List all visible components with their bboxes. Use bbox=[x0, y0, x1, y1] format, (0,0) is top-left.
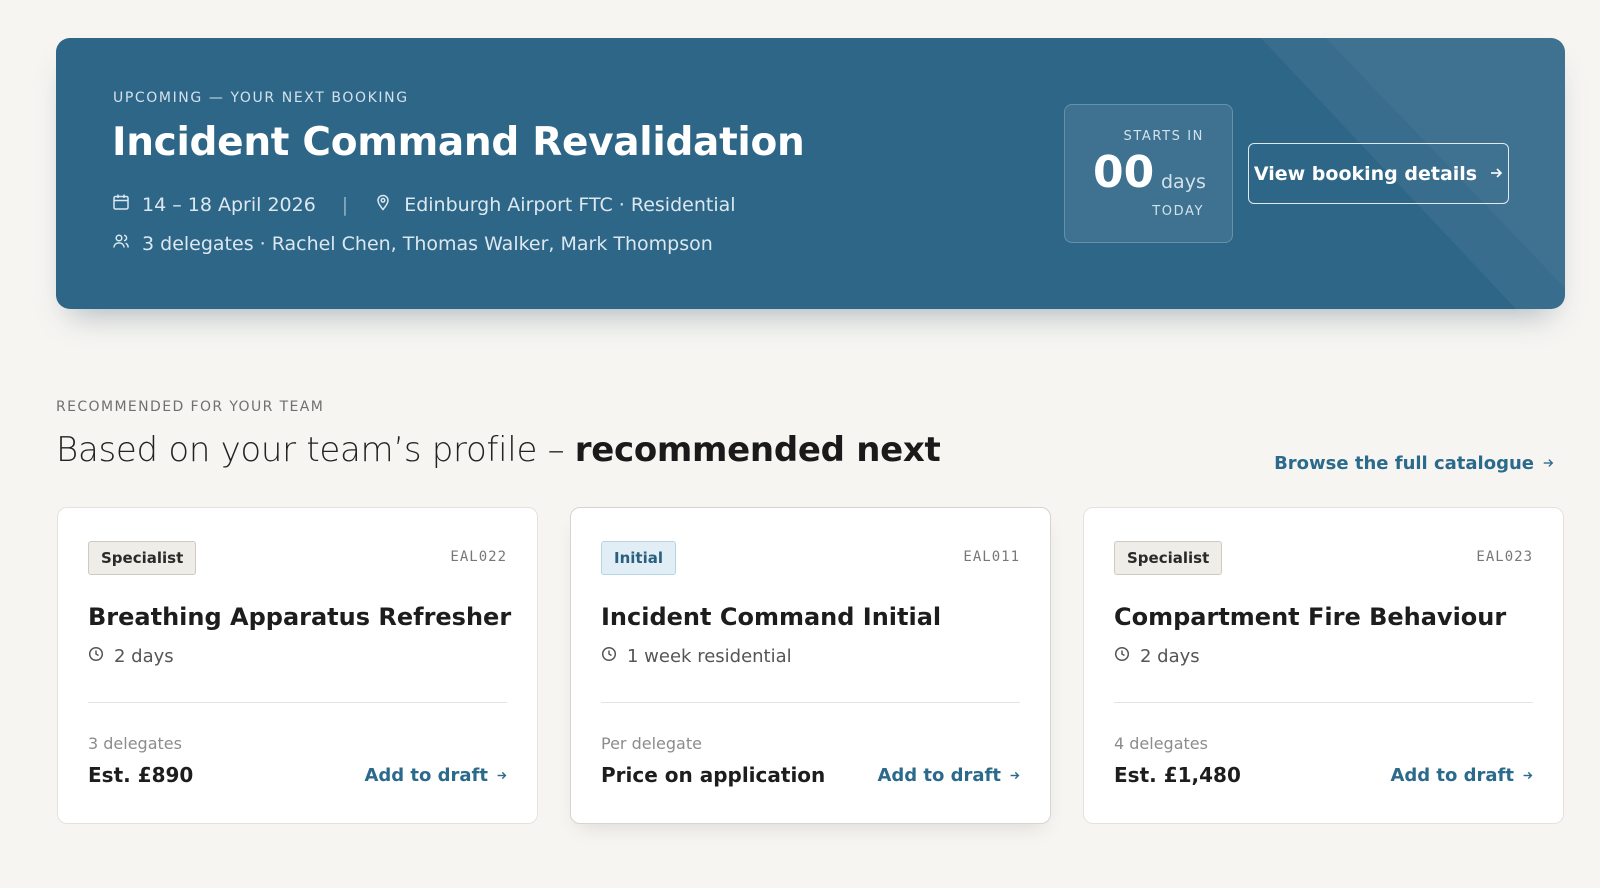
banner-eyebrow: UPCOMING — YOUR NEXT BOOKING bbox=[113, 90, 409, 106]
location-pin-icon bbox=[374, 193, 392, 216]
countdown-unit: days bbox=[1161, 171, 1206, 193]
course-level-badge: Specialist bbox=[88, 541, 197, 575]
arrow-right-icon bbox=[1522, 765, 1533, 786]
add-to-draft-label: Add to draft bbox=[364, 765, 488, 786]
course-duration-text: 1 week residential bbox=[627, 646, 792, 667]
clock-icon bbox=[1114, 646, 1130, 667]
countdown-box: STARTS IN 00 days TODAY bbox=[1064, 104, 1233, 243]
course-title: Breathing Apparatus Refresher bbox=[88, 603, 512, 631]
course-duration-text: 2 days bbox=[1140, 646, 1200, 667]
clock-icon bbox=[88, 646, 104, 667]
course-duration: 1 week residential bbox=[601, 646, 792, 667]
clock-icon bbox=[601, 646, 617, 667]
course-duration: 2 days bbox=[88, 646, 174, 667]
recommended-title: Based on your team’s profile – recommend… bbox=[56, 430, 941, 470]
course-title: Compartment Fire Behaviour bbox=[1114, 603, 1507, 631]
countdown-label: STARTS IN bbox=[1123, 129, 1204, 144]
add-to-draft-label: Add to draft bbox=[877, 765, 1001, 786]
course-price: Est. £1,480 bbox=[1114, 763, 1241, 787]
view-booking-details-label: View booking details bbox=[1253, 162, 1478, 185]
course-level-badge: Initial bbox=[601, 541, 676, 575]
add-to-draft-button[interactable]: Add to draft bbox=[1390, 765, 1533, 786]
course-card[interactable]: Specialist EAL022 Breathing Apparatus Re… bbox=[57, 507, 538, 824]
course-code: EAL023 bbox=[1476, 549, 1533, 565]
course-pricing-basis: Per delegate bbox=[601, 734, 702, 753]
course-duration: 2 days bbox=[1114, 646, 1200, 667]
booking-delegates: 3 delegates · Rachel Chen, Thomas Walker… bbox=[142, 232, 713, 255]
course-code: EAL011 bbox=[963, 549, 1020, 565]
view-booking-details-button[interactable]: View booking details bbox=[1248, 143, 1509, 204]
booking-title: Incident Command Revalidation bbox=[112, 120, 805, 165]
countdown-number: 00 bbox=[1093, 147, 1155, 198]
add-to-draft-button[interactable]: Add to draft bbox=[877, 765, 1020, 786]
add-to-draft-label: Add to draft bbox=[1390, 765, 1514, 786]
course-code: EAL022 bbox=[450, 549, 507, 565]
course-duration-text: 2 days bbox=[114, 646, 174, 667]
booking-location: Edinburgh Airport FTC · Residential bbox=[404, 193, 736, 216]
booking-dates: 14 – 18 April 2026 bbox=[142, 193, 316, 216]
arrow-right-icon bbox=[496, 765, 507, 786]
booking-delegates-row: 3 delegates · Rachel Chen, Thomas Walker… bbox=[112, 232, 713, 255]
add-to-draft-button[interactable]: Add to draft bbox=[364, 765, 507, 786]
card-divider bbox=[1114, 702, 1533, 703]
recommended-title-plain: Based on your team’s profile – bbox=[56, 430, 575, 470]
booking-dates-row: 14 – 18 April 2026 | Edinburgh Airport F… bbox=[112, 193, 736, 216]
browse-catalogue-link[interactable]: Browse the full catalogue bbox=[1274, 453, 1554, 474]
recommended-title-bold: recommended next bbox=[574, 430, 941, 470]
course-price: Est. £890 bbox=[88, 763, 194, 787]
card-divider bbox=[88, 702, 507, 703]
course-level-badge: Specialist bbox=[1114, 541, 1223, 575]
browse-catalogue-label: Browse the full catalogue bbox=[1274, 453, 1534, 474]
course-delegates: 3 delegates bbox=[88, 734, 182, 753]
arrow-right-icon bbox=[1542, 453, 1554, 474]
course-delegates: 4 delegates bbox=[1114, 734, 1208, 753]
card-divider bbox=[601, 702, 1020, 703]
recommended-eyebrow: RECOMMENDED FOR YOUR TEAM bbox=[56, 399, 325, 415]
course-title: Incident Command Initial bbox=[601, 603, 942, 631]
arrow-right-icon bbox=[1489, 163, 1503, 185]
people-icon bbox=[112, 232, 130, 255]
next-booking-banner: UPCOMING — YOUR NEXT BOOKING Incident Co… bbox=[56, 38, 1565, 309]
course-card[interactable]: Initial EAL011 Incident Command Initial … bbox=[570, 507, 1051, 824]
countdown-sublabel: TODAY bbox=[1152, 204, 1204, 219]
course-card[interactable]: Specialist EAL023 Compartment Fire Behav… bbox=[1083, 507, 1564, 824]
calendar-icon bbox=[112, 193, 130, 216]
course-price: Price on application bbox=[601, 763, 826, 787]
meta-divider: | bbox=[341, 193, 349, 216]
arrow-right-icon bbox=[1009, 765, 1020, 786]
